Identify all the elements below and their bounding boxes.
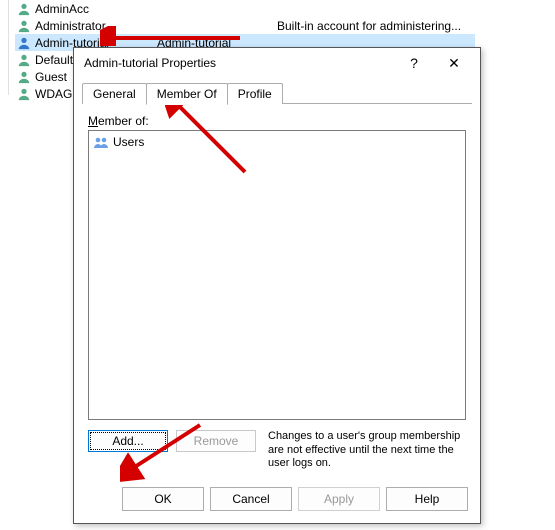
user-row[interactable]: AdminAcc	[15, 0, 475, 17]
tab-member-of[interactable]: Member Of	[146, 83, 228, 105]
groups-listbox[interactable]: Users	[88, 130, 466, 420]
user-desc: Built-in account for administering...	[277, 19, 475, 33]
add-button[interactable]: Add...	[88, 430, 168, 452]
group-name: Users	[113, 135, 144, 149]
close-button[interactable]: ✕	[434, 49, 474, 77]
question-icon: ?	[410, 55, 418, 71]
user-icon	[17, 2, 31, 16]
user-icon	[17, 53, 31, 67]
tab-profile[interactable]: Profile	[227, 83, 283, 104]
user-icon	[17, 19, 31, 33]
member-of-label: Member of:	[88, 114, 466, 128]
dialog-button-row: OK Cancel Apply Help	[74, 477, 480, 523]
tree-guide-line	[8, 0, 9, 95]
user-name: Guest	[35, 70, 67, 84]
tab-general[interactable]: General	[82, 83, 147, 104]
group-icon	[93, 134, 109, 150]
user-name: AdminAcc	[35, 2, 89, 16]
close-icon: ✕	[448, 55, 460, 72]
cancel-button[interactable]: Cancel	[210, 487, 292, 511]
dialog-title: Admin-tutorial Properties	[84, 56, 394, 70]
titlebar[interactable]: Admin-tutorial Properties ? ✕	[74, 48, 480, 78]
tab-body: Member of: Users Add... Remove Changes t…	[74, 104, 480, 477]
user-icon	[17, 36, 31, 50]
user-icon	[17, 87, 31, 101]
user-row[interactable]: Administrator Built-in account for admin…	[15, 17, 475, 34]
user-name: Administrator	[35, 19, 106, 33]
apply-button: Apply	[298, 487, 380, 511]
ok-button[interactable]: OK	[122, 487, 204, 511]
group-item[interactable]: Users	[91, 133, 463, 151]
help-button[interactable]: ?	[394, 49, 434, 77]
membership-hint: Changes to a user's group membership are…	[264, 430, 466, 471]
help-button[interactable]: Help	[386, 487, 468, 511]
user-icon	[17, 70, 31, 84]
properties-dialog: Admin-tutorial Properties ? ✕ General Me…	[73, 47, 481, 524]
remove-button: Remove	[176, 430, 256, 452]
listbox-buttons-row: Add... Remove Changes to a user's group …	[88, 420, 466, 471]
tab-strip: General Member Of Profile	[74, 78, 480, 104]
